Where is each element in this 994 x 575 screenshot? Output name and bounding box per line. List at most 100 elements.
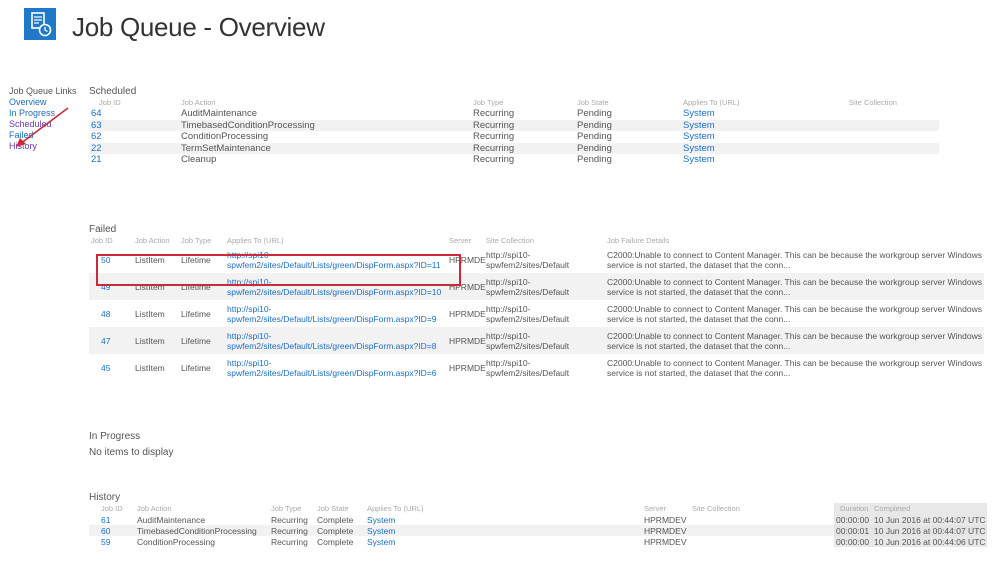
server: HPRMDEV bbox=[644, 514, 687, 525]
column-header[interactable]: Job Failure Details bbox=[599, 235, 984, 246]
column-header[interactable]: Site Collection bbox=[692, 503, 834, 514]
server: HPRMDEV bbox=[449, 254, 486, 265]
applies-to-link[interactable]: System bbox=[367, 536, 644, 547]
server: HPRMDEV bbox=[449, 327, 486, 354]
applies-to-link[interactable]: System bbox=[683, 142, 849, 154]
column-header[interactable]: Server bbox=[644, 503, 692, 514]
job-action: ConditionProcessing bbox=[137, 536, 215, 547]
column-header[interactable]: Job Action bbox=[135, 235, 181, 246]
table-row: 48 ListItem Lifetime http://spi10-spwfem… bbox=[89, 300, 984, 327]
job-state: Complete bbox=[317, 514, 354, 525]
failed-section: Failed Job ID Job Action Job Type Applie… bbox=[89, 224, 984, 381]
job-action: ListItem bbox=[135, 362, 165, 373]
column-header[interactable]: Job Type bbox=[181, 235, 223, 246]
site-collection bbox=[849, 154, 939, 166]
failure-details: C2000:Unable to connect to Content Manag… bbox=[599, 273, 984, 300]
failure-details: C2000:Unable to connect to Content Manag… bbox=[607, 303, 983, 324]
table-row: 47 ListItem Lifetime http://spi10-spwfem… bbox=[89, 327, 984, 354]
site-collection: http://spi10-spwfem2/sites/Default bbox=[486, 357, 570, 378]
column-header[interactable]: Server bbox=[449, 235, 486, 246]
applies-to-link[interactable]: http://spi10-spwfem2/sites/Default/Lists… bbox=[223, 246, 449, 273]
applies-to-link[interactable]: http://spi10-spwfem2/sites/Default/Lists… bbox=[223, 354, 449, 381]
job-id-link[interactable]: 45 bbox=[89, 354, 135, 381]
job-state: Pending bbox=[577, 142, 683, 154]
job-id-link[interactable]: 61 bbox=[89, 514, 125, 525]
column-header[interactable]: Duration bbox=[834, 503, 874, 514]
site-collection bbox=[692, 525, 834, 536]
job-action: ListItem bbox=[135, 254, 165, 265]
table-row: 63 TimebasedConditionProcessing Recurrin… bbox=[89, 119, 939, 131]
applies-to-link[interactable]: System bbox=[683, 119, 849, 131]
site-collection: http://spi10-spwfem2/sites/Default bbox=[486, 249, 570, 270]
job-id-link[interactable]: 49 bbox=[89, 273, 135, 300]
job-type: Recurring bbox=[473, 108, 515, 120]
column-header[interactable]: Applies To (URL) bbox=[367, 503, 644, 514]
column-header[interactable]: Job ID bbox=[89, 97, 181, 108]
table-row: 21 Cleanup Recurring Pending System bbox=[89, 154, 939, 166]
job-action: AuditMaintenance bbox=[181, 108, 258, 120]
job-type: Lifetime bbox=[181, 273, 223, 300]
annotation-arrow bbox=[16, 107, 69, 147]
completed: 10 Jun 2016 at 00:44:07 UTC bbox=[874, 525, 987, 536]
table-header-row: Job ID Job Action Job Type Applies To (U… bbox=[89, 235, 984, 246]
site-collection bbox=[692, 536, 834, 547]
job-id-link[interactable]: 59 bbox=[89, 536, 125, 547]
table-header-row: Job ID Job Action Job Type Job State App… bbox=[89, 97, 939, 108]
section-title: History bbox=[89, 492, 121, 503]
job-id-link[interactable]: 60 bbox=[89, 525, 125, 536]
in-progress-section: In Progress No items to display bbox=[89, 431, 173, 458]
job-id-link[interactable]: 47 bbox=[89, 327, 135, 354]
table-row: 61 AuditMaintenance Recurring Complete S… bbox=[89, 514, 987, 525]
job-id-link[interactable]: 48 bbox=[89, 300, 135, 327]
table-row: 62 ConditionProcessing Recurring Pending… bbox=[89, 131, 939, 143]
server: HPRMDEV bbox=[449, 308, 486, 319]
duration: 00:00:01 bbox=[834, 525, 874, 536]
table-row: 22 TermSetMaintenance Recurring Pending … bbox=[89, 142, 939, 154]
duration: 00:00:00 bbox=[834, 536, 874, 547]
job-type: Recurring bbox=[271, 514, 308, 525]
scheduled-section: Scheduled Job ID Job Action Job Type Job… bbox=[89, 86, 939, 166]
applies-to-link[interactable]: System bbox=[683, 131, 849, 143]
column-header[interactable]: Site Collection bbox=[849, 97, 939, 108]
job-type: Recurring bbox=[473, 142, 577, 154]
column-header[interactable]: Job Type bbox=[473, 97, 577, 108]
job-id-link[interactable]: 21 bbox=[89, 154, 181, 166]
column-header[interactable]: Job ID bbox=[89, 503, 125, 514]
column-header[interactable]: Completed bbox=[874, 503, 987, 514]
job-state: Complete bbox=[317, 525, 367, 536]
applies-to-link[interactable]: http://spi10-spwfem2/sites/Default/Lists… bbox=[223, 300, 449, 327]
column-header[interactable]: Applies To (URL) bbox=[223, 235, 449, 246]
column-header[interactable]: Job Action bbox=[181, 97, 473, 108]
column-header[interactable]: Site Collection bbox=[486, 235, 599, 246]
column-header[interactable]: Job State bbox=[317, 503, 367, 514]
column-header[interactable]: Applies To (URL) bbox=[683, 97, 849, 108]
job-id-link[interactable]: 22 bbox=[89, 142, 181, 154]
applies-to-link[interactable]: http://spi10-spwfem2/sites/Default/Lists… bbox=[223, 327, 449, 354]
server: HPRMDEV bbox=[644, 536, 687, 547]
server: HPRMDEV bbox=[449, 362, 486, 373]
job-action: TimebasedConditionProcessing bbox=[125, 525, 271, 536]
job-action: TermSetMaintenance bbox=[181, 142, 473, 154]
applies-to-link[interactable]: System bbox=[683, 154, 849, 166]
job-id-link[interactable]: 64 bbox=[89, 108, 181, 120]
job-id-link[interactable]: 62 bbox=[89, 131, 181, 143]
table-row: 45 ListItem Lifetime http://spi10-spwfem… bbox=[89, 354, 984, 381]
column-header[interactable]: Job Type bbox=[271, 503, 317, 514]
table-row: 50 ListItem Lifetime http://spi10-spwfem… bbox=[89, 246, 984, 273]
column-header[interactable]: Job State bbox=[577, 97, 683, 108]
applies-to-link[interactable]: System bbox=[367, 514, 644, 525]
server: HPRMDEV bbox=[644, 525, 692, 536]
job-action: ListItem bbox=[135, 327, 181, 354]
job-state: Pending bbox=[577, 154, 612, 166]
applies-to-link[interactable]: http://spi10-spwfem2/sites/Default/Lists… bbox=[223, 273, 449, 300]
duration: 00:00:00 bbox=[834, 514, 874, 525]
job-action: ListItem bbox=[135, 273, 181, 300]
applies-to-link[interactable]: System bbox=[683, 108, 849, 120]
column-header[interactable]: Job Action bbox=[125, 503, 271, 514]
column-header[interactable]: Job ID bbox=[89, 235, 135, 246]
job-id-link[interactable]: 63 bbox=[89, 119, 181, 131]
site-collection bbox=[849, 108, 939, 120]
job-type: Lifetime bbox=[181, 362, 211, 373]
applies-to-link[interactable]: System bbox=[367, 525, 644, 536]
job-id-link[interactable]: 50 bbox=[89, 246, 135, 273]
